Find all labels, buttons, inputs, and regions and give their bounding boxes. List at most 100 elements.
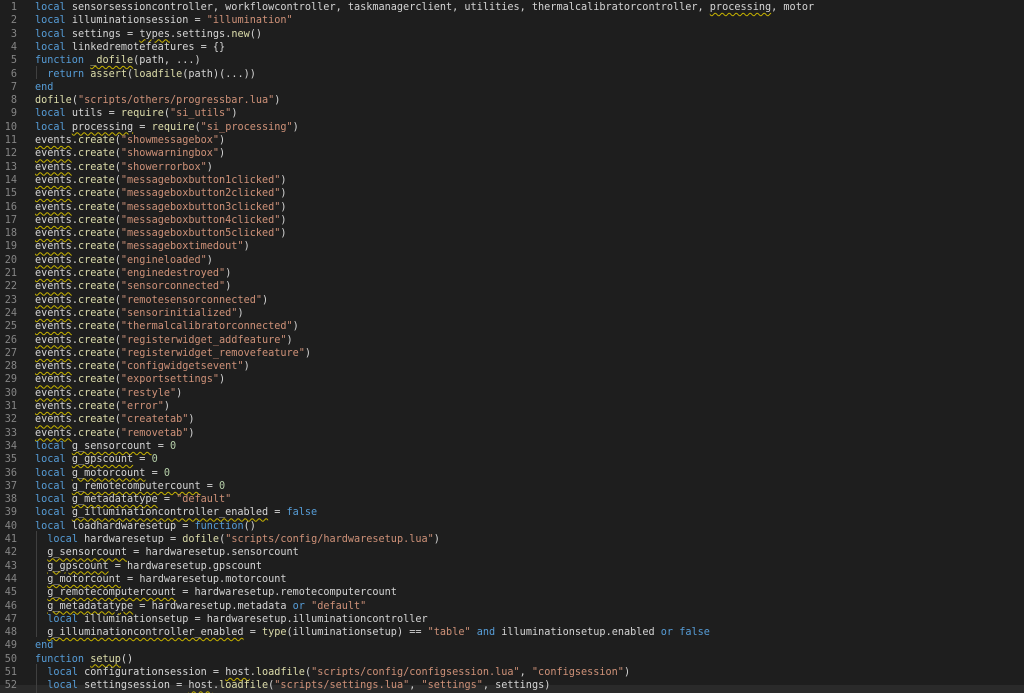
code-line[interactable]: 18 events.create("messageboxbutton5clicke… <box>0 227 1024 240</box>
code-text: events.create("showmessagebox") <box>35 135 226 146</box>
code-line[interactable]: 19 events.create("messageboxtimedout") <box>0 240 1024 253</box>
code-text: events.create("sensorinitialized") <box>35 307 244 319</box>
code-line[interactable]: 2 local illuminationsession = "illuminati… <box>0 14 1024 27</box>
code-text: local processing = require("si_processin… <box>35 121 299 133</box>
line-number: 42 <box>4 547 17 559</box>
code-line[interactable]: 9 local utils = require("si_utils") <box>0 107 1024 120</box>
code-line[interactable]: 11 events.create("showmessagebox") <box>0 134 1024 147</box>
code-line[interactable]: 47 local illuminationsetup = hardwareset… <box>0 613 1024 626</box>
code-text: events.create("registerwidget_addfeature… <box>35 334 293 346</box>
code-line[interactable]: 10 local processing = require("si_process… <box>0 121 1024 134</box>
code-line[interactable]: 38 local g_metadatatype = "default" <box>0 493 1024 506</box>
code-text: local settingsession = host.loadfile("sc… <box>47 680 551 692</box>
line-number: 27 <box>4 347 17 359</box>
code-line[interactable]: 4 local linkedremotefeatures = {} <box>0 41 1024 54</box>
code-line[interactable]: 20 events.create("engineloaded") <box>0 254 1024 267</box>
code-text: end <box>35 640 54 652</box>
line-number: 49 <box>4 640 17 652</box>
code-line[interactable]: 48 g_illuminationcontroller_enabled = ty… <box>0 626 1024 639</box>
code-line[interactable]: 39 local g_illuminationcontroller_enabled… <box>0 506 1024 519</box>
code-line[interactable]: 52 local settingsession = host.loadfile(… <box>0 679 1024 692</box>
code-text: events.create("sensorconnected") <box>35 281 232 293</box>
code-line[interactable]: 42 g_sensorcount = hardwaresetup.sensorc… <box>0 546 1024 559</box>
code-line[interactable]: 46 g_metadatatype = hardwaresetup.metada… <box>0 600 1024 613</box>
line-number: 10 <box>4 121 17 133</box>
code-text: g_illuminationcontroller_enabled = type(… <box>47 627 710 639</box>
code-editor[interactable]: 1 local sensorsessioncontroller, workflow… <box>0 0 1024 693</box>
code-line[interactable]: 36 local g_motorcount = 0 <box>0 467 1024 480</box>
code-line[interactable]: 51 local configurationsession = host.loa… <box>0 666 1024 679</box>
code-line[interactable]: 32 events.create("createtab") <box>0 413 1024 426</box>
code-line[interactable]: 30 events.create("restyle") <box>0 387 1024 400</box>
code-text: g_remotecomputercount = hardwaresetup.re… <box>47 587 397 599</box>
line-number: 19 <box>4 241 17 253</box>
line-number: 21 <box>4 268 17 279</box>
code-line[interactable]: 37 local g_remotecomputercount = 0 <box>0 480 1024 493</box>
line-number: 17 <box>4 214 17 226</box>
code-line[interactable]: 34 local g_sensorcount = 0 <box>0 440 1024 453</box>
code-text: events.create("createtab") <box>35 414 195 426</box>
code-text: local loadhardwaresetup = function() <box>35 520 256 532</box>
code-line[interactable]: 25 events.create("thermalcalibratorconnec… <box>0 320 1024 333</box>
code-line[interactable]: 29 events.create("exportsettings") <box>0 373 1024 386</box>
line-number: 33 <box>4 427 17 439</box>
line-number: 9 <box>10 108 17 120</box>
code-line[interactable]: 13 events.create("showerrorbox") <box>0 161 1024 174</box>
code-line[interactable]: 3 local settings = types.settings.new() <box>0 28 1024 41</box>
code-line[interactable]: 17 events.create("messageboxbutton4clicke… <box>0 214 1024 227</box>
code-text: function _dofile(path, ...) <box>35 55 201 67</box>
code-line[interactable]: 5 function _dofile(path, ...) <box>0 54 1024 67</box>
code-line[interactable]: 21 events.create("enginedestroyed") <box>0 267 1024 280</box>
code-text: local sensorsessioncontroller, workflowc… <box>35 2 815 13</box>
code-line[interactable]: 22 events.create("sensorconnected") <box>0 280 1024 293</box>
code-line[interactable]: 49 end <box>0 639 1024 652</box>
code-line[interactable]: 1 local sensorsessioncontroller, workflow… <box>0 1 1024 14</box>
code-line[interactable]: 50 function setup() <box>0 653 1024 666</box>
code-line[interactable]: 23 events.create("remotesensorconnected") <box>0 294 1024 307</box>
code-line[interactable]: 7 end <box>0 81 1024 94</box>
code-text: events.create("removetab") <box>35 427 195 439</box>
line-number: 38 <box>4 494 17 506</box>
code-line[interactable]: 15 events.create("messageboxbutton2clicke… <box>0 187 1024 200</box>
line-number: 23 <box>4 294 17 306</box>
code-line[interactable]: 8 dofile("scripts/others/progressbar.lua"… <box>0 94 1024 107</box>
line-number: 5 <box>10 55 17 67</box>
code-line[interactable]: 16 events.create("messageboxbutton3clicke… <box>0 201 1024 214</box>
code-line[interactable]: 27 events.create("registerwidget_removefe… <box>0 347 1024 360</box>
code-line[interactable]: 6 return assert(loadfile(path)(...)) <box>0 68 1024 81</box>
code-line[interactable]: 33 events.create("removetab") <box>0 427 1024 440</box>
line-number: 22 <box>4 281 17 293</box>
code-text: g_gpscount = hardwaresetup.gpscount <box>47 560 262 572</box>
code-line[interactable]: 31 events.create("error") <box>0 400 1024 413</box>
line-number: 45 <box>4 587 17 599</box>
code-text: events.create("messageboxbutton2clicked"… <box>35 188 287 200</box>
code-line[interactable]: 43 g_gpscount = hardwaresetup.gpscount <box>0 560 1024 573</box>
line-number: 29 <box>4 374 17 386</box>
code-line[interactable]: 26 events.create("registerwidget_addfeatu… <box>0 334 1024 347</box>
code-line[interactable]: 14 events.create("messageboxbutton1clicke… <box>0 174 1024 187</box>
code-text: dofile("scripts/others/progressbar.lua") <box>35 95 281 107</box>
code-text: end <box>35 81 54 93</box>
line-number: 8 <box>10 95 17 107</box>
code-text: events.create("messageboxbutton1clicked"… <box>35 174 287 186</box>
line-number: 44 <box>4 573 17 585</box>
code-text: events.create("remotesensorconnected") <box>35 294 269 306</box>
code-line[interactable]: 35 local g_gpscount = 0 <box>0 453 1024 466</box>
code-line[interactable]: 40 local loadhardwaresetup = function() <box>0 520 1024 533</box>
line-number: 12 <box>4 148 17 160</box>
code-line[interactable]: 44 g_motorcount = hardwaresetup.motorcou… <box>0 573 1024 586</box>
code-line[interactable]: 12 events.create("showwarningbox") <box>0 147 1024 160</box>
line-number: 36 <box>4 467 17 479</box>
code-text: events.create("restyle") <box>35 387 183 399</box>
line-number: 26 <box>4 334 17 346</box>
code-line[interactable]: 28 events.create("configwidgetsevent") <box>0 360 1024 373</box>
code-line[interactable]: 24 events.create("sensorinitialized") <box>0 307 1024 320</box>
code-text: local settings = types.settings.new() <box>35 28 263 40</box>
line-number: 51 <box>4 667 17 678</box>
code-line[interactable]: 41 local hardwaresetup = dofile("scripts… <box>0 533 1024 546</box>
line-number: 2 <box>10 15 17 27</box>
code-line[interactable]: 45 g_remotecomputercount = hardwaresetup… <box>0 586 1024 599</box>
code-text: function setup() <box>35 653 134 665</box>
line-number: 18 <box>4 228 17 240</box>
code-text: events.create("messageboxbutton5clicked"… <box>35 228 287 240</box>
